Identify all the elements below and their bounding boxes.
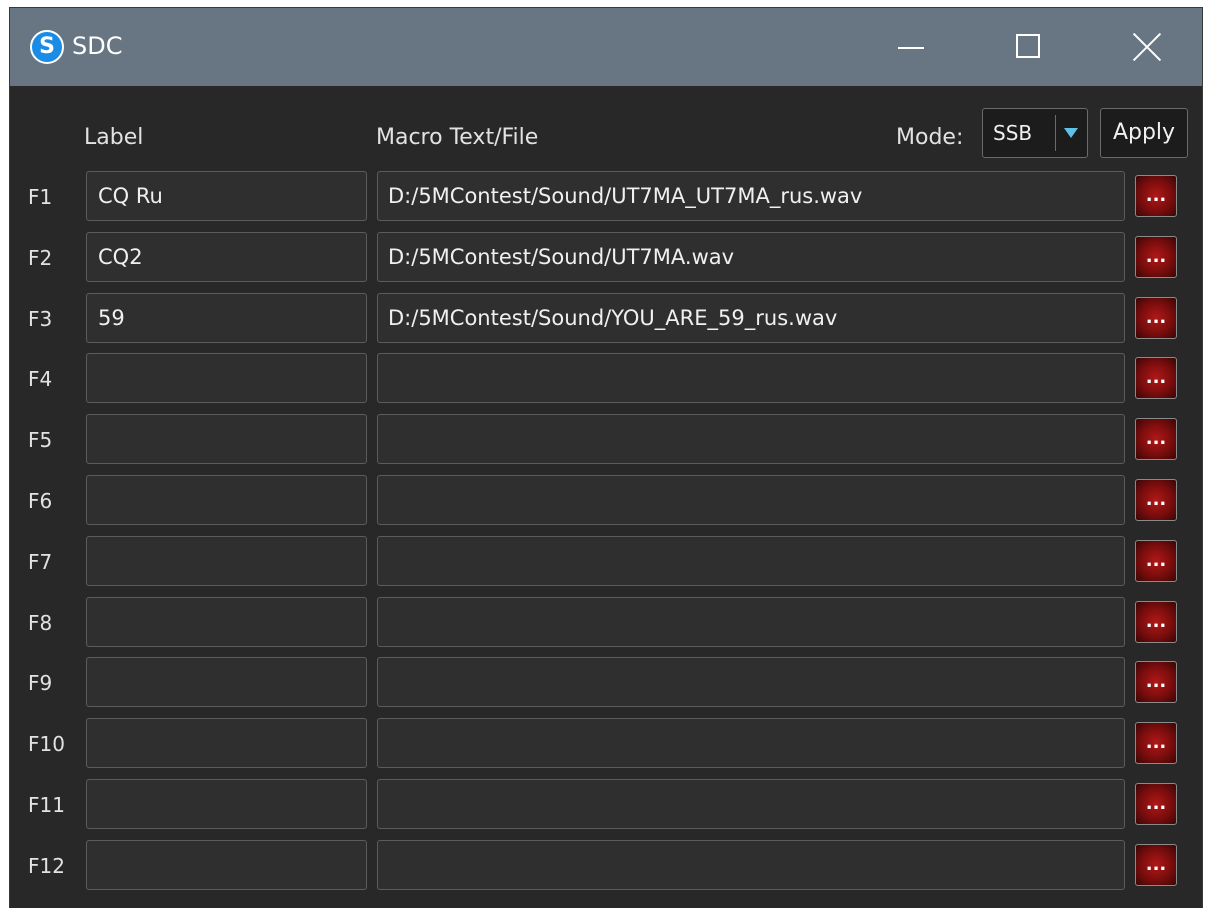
minimize-icon bbox=[898, 47, 924, 49]
macro-row: F10... bbox=[10, 718, 1202, 770]
macro-text-input[interactable] bbox=[377, 718, 1125, 768]
macro-text-input[interactable]: D:/5MContest/Sound/UT7MA_UT7MA_rus.wav bbox=[377, 171, 1125, 221]
chevron-down-icon[interactable] bbox=[1064, 128, 1078, 138]
browse-file-button[interactable]: ... bbox=[1135, 540, 1177, 582]
macro-label-input[interactable]: CQ Ru bbox=[86, 171, 367, 221]
browse-file-button[interactable]: ... bbox=[1135, 722, 1177, 764]
macro-label-input[interactable] bbox=[86, 414, 367, 464]
macro-row: F6... bbox=[10, 475, 1202, 527]
app-icon-letter: S bbox=[39, 34, 55, 59]
function-key-label: F11 bbox=[28, 793, 65, 817]
macro-row: F2 CQ2 D:/5MContest/Sound/UT7MA.wav... bbox=[10, 232, 1202, 284]
macro-text-input[interactable] bbox=[377, 657, 1125, 707]
macro-label-input[interactable] bbox=[86, 475, 367, 525]
function-key-label: F9 bbox=[28, 671, 53, 695]
maximize-button[interactable] bbox=[968, 8, 1086, 86]
title-bar[interactable]: S SDC bbox=[10, 8, 1202, 86]
macro-text-input[interactable] bbox=[377, 353, 1125, 403]
browse-file-button[interactable]: ... bbox=[1135, 175, 1177, 217]
function-key-label: F8 bbox=[28, 611, 53, 635]
macro-text-input[interactable] bbox=[377, 597, 1125, 647]
macro-row: F12... bbox=[10, 840, 1202, 892]
macro-label-input[interactable] bbox=[86, 718, 367, 768]
macro-text-input[interactable]: D:/5MContest/Sound/UT7MA.wav bbox=[377, 232, 1125, 282]
macro-label-input[interactable] bbox=[86, 536, 367, 586]
macro-text-input[interactable] bbox=[377, 475, 1125, 525]
macro-row: F5... bbox=[10, 414, 1202, 466]
macro-label-input[interactable]: CQ2 bbox=[86, 232, 367, 282]
function-key-label: F12 bbox=[28, 854, 65, 878]
browse-file-button[interactable]: ... bbox=[1135, 479, 1177, 521]
macro-text-input[interactable] bbox=[377, 840, 1125, 890]
function-key-label: F5 bbox=[28, 428, 53, 452]
sdc-app-icon: S bbox=[30, 30, 64, 64]
macro-row: F3 59 D:/5MContest/Sound/YOU_ARE_59_rus.wa… bbox=[10, 293, 1202, 345]
macro-text-input[interactable] bbox=[377, 536, 1125, 586]
mode-label: Mode: bbox=[896, 125, 964, 150]
browse-file-button[interactable]: ... bbox=[1135, 357, 1177, 399]
macro-label-input[interactable] bbox=[86, 657, 367, 707]
maximize-icon bbox=[1016, 34, 1040, 58]
macro-column-header: Macro Text/File bbox=[376, 125, 539, 150]
close-button[interactable] bbox=[1086, 8, 1204, 86]
window-title: SDC bbox=[72, 32, 123, 60]
minimize-button[interactable] bbox=[850, 8, 968, 86]
apply-button[interactable]: Apply bbox=[1100, 108, 1188, 158]
function-key-label: F7 bbox=[28, 550, 53, 574]
function-key-label: F1 bbox=[28, 185, 53, 209]
macro-label-input[interactable] bbox=[86, 840, 367, 890]
sdc-window: S SDC Label Macro Text/File Mode: SSB Ap… bbox=[10, 8, 1202, 908]
macro-row: F8... bbox=[10, 597, 1202, 649]
function-key-label: F2 bbox=[28, 246, 53, 270]
macro-row: F9... bbox=[10, 657, 1202, 709]
mode-select-value: SSB bbox=[993, 121, 1033, 145]
macro-label-input[interactable] bbox=[86, 779, 367, 829]
macro-text-input[interactable] bbox=[377, 779, 1125, 829]
browse-file-button[interactable]: ... bbox=[1135, 418, 1177, 460]
label-column-header: Label bbox=[84, 125, 144, 150]
macro-text-input[interactable] bbox=[377, 414, 1125, 464]
macro-row: F1 CQ Ru D:/5MContest/Sound/UT7MA_UT7MA_ru… bbox=[10, 171, 1202, 223]
macro-label-input[interactable] bbox=[86, 597, 367, 647]
browse-file-button[interactable]: ... bbox=[1135, 601, 1177, 643]
macro-row: F11... bbox=[10, 779, 1202, 831]
browse-file-button[interactable]: ... bbox=[1135, 236, 1177, 278]
browse-file-button[interactable]: ... bbox=[1135, 661, 1177, 703]
function-key-label: F4 bbox=[28, 367, 53, 391]
macro-label-input[interactable] bbox=[86, 353, 367, 403]
function-key-label: F10 bbox=[28, 732, 65, 756]
macro-text-input[interactable]: D:/5MContest/Sound/YOU_ARE_59_rus.wav bbox=[377, 293, 1125, 343]
mode-select[interactable]: SSB bbox=[982, 108, 1088, 158]
browse-file-button[interactable]: ... bbox=[1135, 297, 1177, 339]
browse-file-button[interactable]: ... bbox=[1135, 783, 1177, 825]
mode-select-divider bbox=[1055, 115, 1056, 151]
browse-file-button[interactable]: ... bbox=[1135, 844, 1177, 886]
macro-row: F7... bbox=[10, 536, 1202, 588]
macro-label-input[interactable]: 59 bbox=[86, 293, 367, 343]
macro-row: F4... bbox=[10, 353, 1202, 405]
function-key-label: F3 bbox=[28, 307, 53, 331]
close-icon bbox=[1132, 32, 1162, 62]
function-key-label: F6 bbox=[28, 489, 53, 513]
